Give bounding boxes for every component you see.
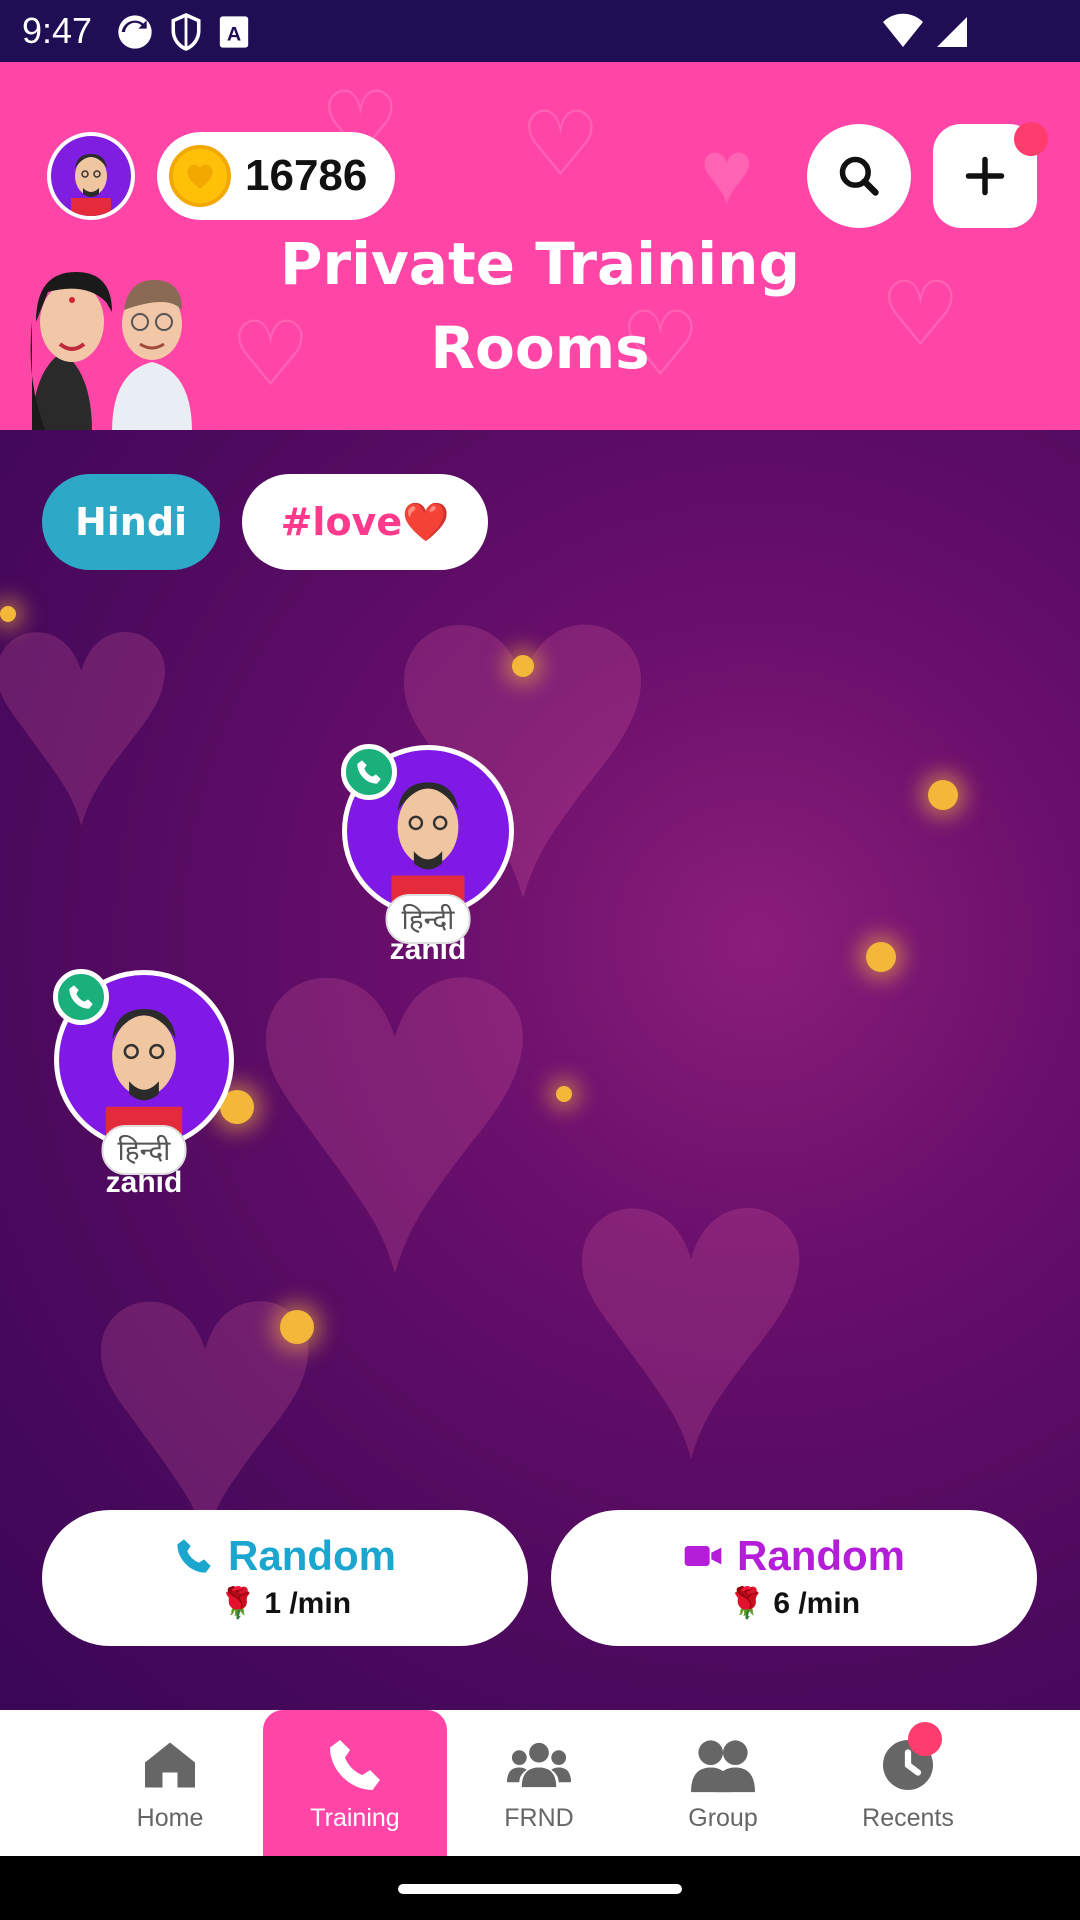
profile-avatar[interactable] — [47, 132, 135, 220]
bokeh-light — [280, 1310, 314, 1344]
status-bar: 9:47 A — [0, 0, 1080, 62]
random-video-call-button[interactable]: Random 🌹 6 /min — [551, 1510, 1037, 1646]
friends-icon — [507, 1742, 571, 1788]
coin-balance[interactable]: 16786 — [157, 132, 395, 220]
random-voice-price: 1 /min — [264, 1586, 352, 1620]
shield-icon — [171, 13, 201, 51]
avatar-face-icon — [71, 154, 111, 216]
language-badge: हिन्दी — [101, 1125, 187, 1175]
phone-icon — [177, 1539, 211, 1573]
home-gesture-handle[interactable] — [398, 1884, 682, 1894]
coin-count: 16786 — [245, 151, 368, 200]
chip-hindi[interactable]: Hindi — [42, 474, 220, 570]
random-video-label: Random — [737, 1532, 905, 1579]
couple-cartoon-illustration — [30, 272, 192, 430]
call-available-icon — [53, 969, 109, 1025]
nav-recents-label: Recents — [862, 1804, 954, 1832]
status-notification-icons: A — [115, 12, 251, 52]
user-avatar[interactable]: हिन्दी — [53, 969, 234, 1175]
heart-decoration-icon: ♥ — [700, 123, 754, 223]
svg-text:A: A — [227, 24, 241, 46]
bokeh-light — [556, 1086, 572, 1102]
header-banner: ♡ ♡ ♥ ♡ ♡ ♡ 16786 Private Training Rooms — [0, 62, 1080, 430]
wifi-icon — [883, 13, 923, 47]
nav-training-label: Training — [310, 1804, 400, 1832]
bokeh-light — [928, 780, 958, 810]
sync-icon — [118, 15, 152, 49]
gesture-bar — [0, 1856, 1080, 1920]
heart-decoration-icon: ♡ — [520, 95, 601, 195]
recents-notification-dot — [908, 1722, 942, 1756]
user-room-card[interactable]: हिन्दी zahid — [328, 744, 528, 967]
home-icon — [145, 1742, 195, 1788]
bottom-navigation: Home Training FRND Group Recents — [0, 1710, 1080, 1856]
chip-love[interactable]: #love❤️ — [242, 474, 488, 570]
heart-decoration-icon: ♥ — [560, 1057, 822, 1548]
room-area: ♥ ♥ ♥ ♥ ♥ Hindi #love❤️ हिन्दी zahid हिन… — [0, 430, 1080, 1710]
heart-decoration-icon: ♡ — [880, 265, 961, 365]
plus-icon — [965, 156, 1005, 196]
nav-group[interactable]: Group — [631, 1710, 815, 1856]
user-avatar[interactable]: हिन्दी — [341, 744, 514, 944]
search-button[interactable] — [807, 124, 911, 228]
nav-training[interactable]: Training — [263, 1710, 447, 1856]
nav-group-label: Group — [688, 1804, 758, 1832]
coin-heart-icon — [169, 145, 231, 207]
nav-recents[interactable]: Recents — [816, 1710, 1000, 1856]
language-badge: हिन्दी — [385, 894, 471, 944]
video-camera-icon — [684, 1546, 722, 1566]
title-line-2: Rooms — [430, 314, 650, 382]
title-line-1: Private Training — [280, 230, 800, 298]
bokeh-light — [0, 606, 16, 622]
call-available-icon — [341, 744, 397, 800]
rose-icon: 🌹 — [727, 1587, 766, 1620]
phone-icon — [330, 1740, 380, 1790]
status-system-icons — [882, 12, 970, 52]
page-title: Private Training Rooms — [240, 222, 840, 390]
notification-dot — [1014, 122, 1048, 156]
random-voice-call-button[interactable]: Random 🌹 1 /min — [42, 1510, 528, 1646]
font-icon: A — [219, 16, 249, 48]
group-icon — [691, 1740, 755, 1793]
signal-icon — [937, 17, 967, 47]
status-time: 9:47 — [22, 10, 93, 51]
rose-icon: 🌹 — [218, 1587, 257, 1620]
nav-home[interactable]: Home — [78, 1710, 262, 1856]
bokeh-light — [512, 655, 534, 677]
search-icon — [839, 156, 879, 196]
nav-home-label: Home — [136, 1804, 204, 1832]
nav-frnd[interactable]: FRND — [447, 1710, 631, 1856]
random-voice-label: Random — [228, 1532, 396, 1579]
nav-frnd-label: FRND — [504, 1804, 574, 1832]
user-room-card[interactable]: हिन्दी zahid — [44, 969, 244, 1200]
bokeh-light — [866, 942, 896, 972]
random-video-price: 6 /min — [773, 1586, 861, 1620]
